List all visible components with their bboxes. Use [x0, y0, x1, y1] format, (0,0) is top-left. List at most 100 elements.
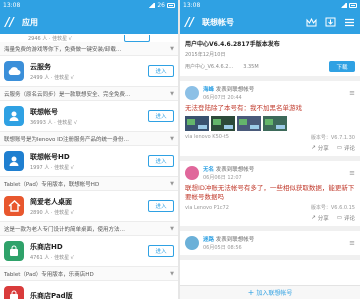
post-image[interactable] — [237, 115, 261, 131]
avatar[interactable] — [185, 86, 199, 100]
comment-icon: ▭ — [336, 144, 342, 151]
app-name: 乐商店Pad版 — [30, 292, 73, 299]
post-card[interactable]: 迷路 发表到联想帐号 06月05日 08:56 ≡ — [180, 231, 360, 261]
list-item[interactable]: 联想帐号HD 1997 人 · 佳软星 √ 进入 — [0, 146, 178, 177]
enter-button[interactable]: 进入 — [148, 110, 174, 122]
bag-icon — [4, 286, 24, 299]
post-header: 迷路 发表到联想帐号 06月05日 08:56 ≡ — [185, 235, 355, 251]
battery-icon — [349, 2, 357, 8]
avatar[interactable] — [185, 165, 199, 180]
share-icon: ↗ — [311, 215, 316, 222]
app-description-row[interactable]: 这是一款为老人专门设计的简单桌面，使用方法… ▼ — [0, 222, 178, 236]
house-icon — [4, 196, 24, 216]
post-user: 海峰 发表到联想帐号 — [203, 85, 349, 93]
avatar[interactable] — [185, 236, 199, 251]
chevron-down-icon[interactable]: ▼ — [170, 271, 174, 277]
enter-button[interactable]: 进入 — [148, 155, 174, 167]
share-label: 分享 — [317, 145, 329, 152]
update-version: 用户中心_V6.4.6.2... — [185, 64, 234, 70]
app-name: 联想帐号HD — [30, 152, 70, 161]
app-info: 联想帐号 36993 人 · 佳软星 √ — [30, 107, 148, 126]
list-item[interactable]: 简爱老人桌面 2890 人 · 佳软星 √ 进入 — [0, 191, 178, 222]
app-description-row[interactable]: Tablet（Pad）专用版本，联想帐号HD ▼ — [0, 177, 178, 191]
comment-button[interactable]: ▭ 评论 — [337, 144, 355, 152]
username[interactable]: 海峰 — [203, 87, 214, 93]
chevron-down-icon[interactable]: ▼ — [170, 46, 174, 52]
chevron-down-icon[interactable]: ▼ — [170, 136, 174, 142]
chevron-down-icon[interactable]: ▼ — [170, 226, 174, 232]
enter-button[interactable]: 进入 — [148, 245, 174, 257]
app-logo[interactable]: // — [185, 15, 199, 29]
app-description: Tablet（Pad）专用版本，乐商店HD — [4, 271, 94, 278]
list-item[interactable]: 乐商店HD 4761 人 · 佳软星 √ 进入 — [0, 236, 178, 267]
post-image[interactable] — [185, 115, 209, 131]
app-logo[interactable]: // — [5, 15, 19, 29]
username[interactable]: 无名 — [203, 167, 214, 173]
enter-button[interactable]: 进入 — [148, 200, 174, 212]
app-description-row[interactable]: 海量免费的游戏等你下，免费做一键安装/卸载… ▼ — [0, 42, 178, 56]
app-name: 简爱老人桌面 — [30, 197, 72, 206]
post-list: 海峰 发表到联想帐号 06月07日 20:44 ≡ 无法登陆除了本号有：我不加黑名单游… — [180, 81, 360, 261]
download-icon[interactable] — [325, 17, 336, 28]
more-icon[interactable]: ≡ — [349, 169, 355, 177]
battery-icon — [167, 2, 175, 8]
post-user: 迷路 发表到联想帐号 — [203, 235, 349, 243]
more-icon[interactable]: ≡ — [349, 239, 355, 247]
post-image[interactable] — [263, 115, 287, 131]
list-item[interactable]: 乐商店Pad版 — [0, 281, 178, 299]
page-title: 应用 — [22, 17, 38, 27]
chevron-down-icon[interactable]: ▼ — [170, 91, 174, 97]
app-meta: 36993 人 · 佳软星 √ — [30, 119, 78, 126]
update-title[interactable]: 用户中心V6.4.6.2817手版本发布 — [185, 39, 355, 48]
post-time: 06月05日 08:56 — [203, 245, 242, 252]
app-name: 云服务 — [30, 62, 51, 71]
comment-label: 评论 — [343, 216, 355, 223]
comment-label: 评论 — [343, 145, 355, 152]
status-battery-text: 26 — [157, 1, 165, 9]
bag-icon — [4, 241, 24, 261]
status-bar: 13:08 — [180, 0, 360, 10]
join-button[interactable]: + 加入联想帐号 — [180, 285, 360, 299]
user-icon — [4, 151, 24, 171]
comment-button[interactable]: ▭ 评论 — [337, 214, 355, 222]
download-button[interactable]: 下载 — [329, 61, 355, 72]
app-description: Tablet（Pad）专用版本，联想帐号HD — [4, 181, 100, 188]
post-card[interactable]: 无名 发表到联想帐号 06月06日 12:07 ≡ 联想ID冲账无法帐号有多了，一些相… — [180, 161, 360, 232]
post-time: 06月07日 20:44 — [203, 95, 242, 101]
enter-button[interactable] — [124, 34, 150, 42]
crown-icon[interactable] — [306, 17, 317, 28]
app-info: 联想帐号HD 1997 人 · 佳软星 √ — [30, 152, 148, 171]
list-item[interactable]: 云服务 2499 人 · 佳软星 √ 进入 — [0, 56, 178, 87]
plus-icon: + — [247, 288, 255, 297]
update-card[interactable]: 用户中心V6.4.6.2817手版本发布 2015年12月10日 用户中心_V6… — [180, 34, 360, 81]
app-description-row[interactable]: Tablet（Pad）专用版本，乐商店HD ▼ — [0, 267, 178, 281]
post-meta: via lenovo K50-t5 版本号：V6.7.1.30 — [185, 134, 355, 141]
username[interactable]: 迷路 — [203, 237, 214, 243]
app-meta: 2890 人 · 佳软星 √ — [30, 209, 74, 216]
app-description: 海量免费的游戏等你下，免费做一键安装/卸载… — [4, 46, 122, 53]
more-icon[interactable]: ≡ — [349, 89, 355, 97]
menu-icon[interactable] — [344, 17, 355, 28]
post-card[interactable]: 海峰 发表到联想帐号 06月07日 20:44 ≡ 无法登陆除了本号有：我不加黑名单游… — [180, 81, 360, 161]
list-item[interactable]: 联想帐号 36993 人 · 佳软星 √ 进入 — [0, 101, 178, 132]
app-meta: 2946 人 · 佳软星 √ — [28, 35, 72, 42]
status-bar: 13:08 26 — [0, 0, 178, 10]
app-meta: 2499 人 · 佳软星 √ — [30, 74, 74, 81]
update-date: 2015年12月10日 — [185, 52, 226, 58]
app-description-row[interactable]: 联想账号是为lenovo ID注册服务产品的统一身份… ▼ — [0, 132, 178, 146]
enter-button[interactable]: 进入 — [148, 65, 174, 77]
chevron-down-icon[interactable]: ▼ — [170, 181, 174, 187]
page-title: 联想帐号 — [202, 17, 234, 27]
post-image[interactable] — [211, 115, 235, 131]
list-item-partial: 2946 人 · 佳软星 √ — [0, 34, 178, 42]
app-name: 乐商店HD — [30, 242, 63, 251]
header: // 应用 — [0, 10, 178, 34]
share-button[interactable]: ↗ 分享 — [311, 144, 329, 152]
share-button[interactable]: ↗ 分享 — [311, 214, 329, 222]
post-target: 发表到联想帐号 — [215, 87, 255, 93]
post-device: via lenovo K50-t5 — [185, 134, 229, 141]
app-info: 云服务 2499 人 · 佳软星 √ — [30, 62, 148, 81]
post-device: via Lenovo P1c72 — [185, 204, 229, 211]
status-time: 13:08 — [183, 1, 201, 9]
app-description-row[interactable]: 云服务（原名云同步）是一款联想安全、完全免费… ▼ — [0, 87, 178, 101]
